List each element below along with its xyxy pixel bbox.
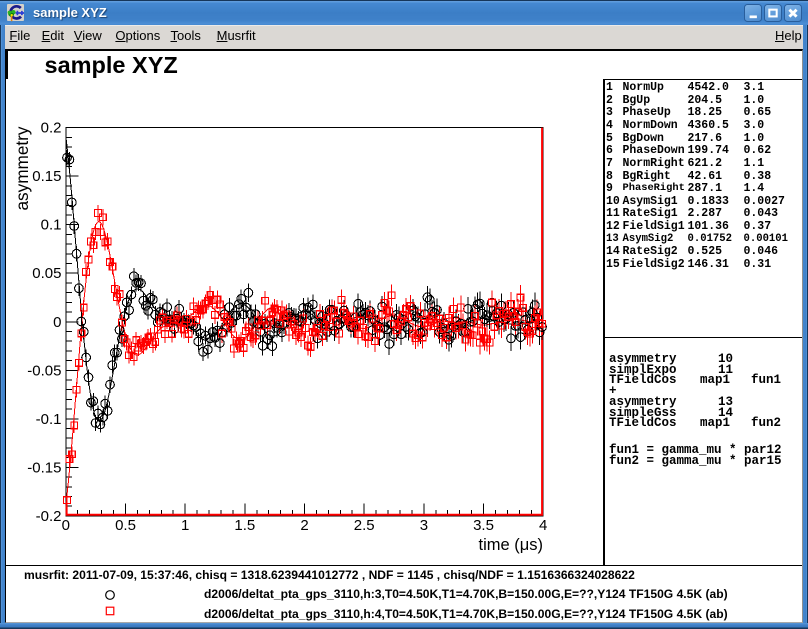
svg-text:1.5: 1.5: [234, 517, 255, 534]
svg-text:0: 0: [53, 314, 61, 331]
svg-text:0.1: 0.1: [41, 217, 62, 234]
svg-text:2.5: 2.5: [354, 517, 375, 534]
svg-text:0: 0: [62, 517, 70, 534]
svg-text:time (μs): time (μs): [478, 536, 543, 554]
svg-text:asymmetry: asymmetry: [12, 126, 32, 210]
svg-text:0.5: 0.5: [115, 517, 136, 534]
svg-text:-0.05: -0.05: [27, 362, 61, 379]
svg-text:0.15: 0.15: [32, 168, 61, 185]
svg-text:3: 3: [420, 517, 428, 534]
svg-text:-0.2: -0.2: [36, 508, 62, 525]
svg-text:0.2: 0.2: [41, 120, 62, 137]
svg-text:3.5: 3.5: [473, 517, 494, 534]
svg-text:1: 1: [181, 517, 189, 534]
svg-text:2: 2: [300, 517, 308, 534]
svg-text:-0.1: -0.1: [36, 411, 62, 428]
svg-text:4: 4: [539, 517, 547, 534]
svg-text:0.05: 0.05: [32, 265, 61, 282]
svg-text:-0.15: -0.15: [27, 459, 61, 476]
